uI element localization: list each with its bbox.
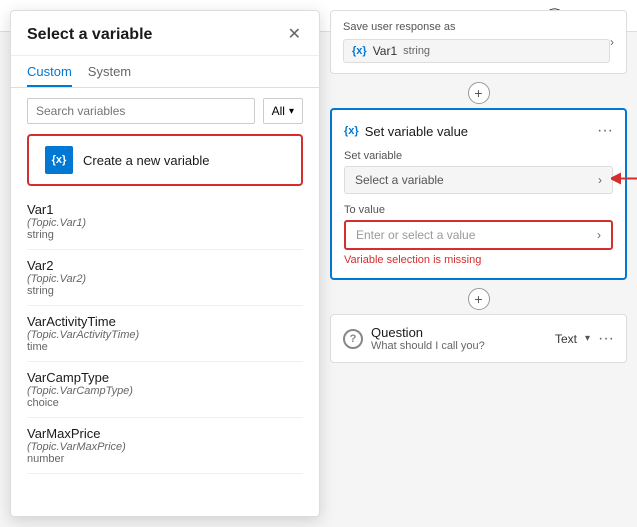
create-new-icon: {x} xyxy=(45,146,73,174)
search-input[interactable] xyxy=(27,98,255,124)
red-arrow xyxy=(611,169,637,192)
panel-header: Select a variable ✕ xyxy=(11,11,319,56)
question-card: ? Question What should I call you? Text … xyxy=(330,314,627,363)
card-set-header: {x} Set variable value ··· xyxy=(344,122,613,140)
list-item[interactable]: VarActivityTime (Topic.VarActivityTime) … xyxy=(27,306,303,362)
select-variable-container: Select a variable › xyxy=(344,166,613,194)
tab-system[interactable]: System xyxy=(88,56,131,87)
chevron-down-icon[interactable]: ▾ xyxy=(585,333,590,344)
question-mark-icon: ? xyxy=(350,333,357,345)
var-chip[interactable]: {x} Var1 string xyxy=(343,39,610,63)
card-title-row: {x} Set variable value xyxy=(344,124,468,139)
select-variable-panel: Select a variable ✕ Custom System All ▾ … xyxy=(10,10,320,517)
tabs-row: Custom System xyxy=(11,56,319,88)
list-item[interactable]: VarMaxPrice (Topic.VarMaxPrice) number xyxy=(27,418,303,474)
list-item[interactable]: VarCampType (Topic.VarCampType) choice xyxy=(27,362,303,418)
create-new-label: Create a new variable xyxy=(83,153,209,168)
to-value-placeholder: Enter or select a value xyxy=(356,228,475,242)
select-variable-row[interactable]: Select a variable › xyxy=(344,166,613,194)
to-value-input[interactable]: Enter or select a value › xyxy=(344,220,613,250)
set-variable-section: Set variable Select a variable › xyxy=(344,150,613,194)
question-card-left: ? Question What should I call you? xyxy=(343,325,485,352)
variable-list: Var1 (Topic.Var1) string Var2 (Topic.Var… xyxy=(11,194,319,474)
plus-connector-2: + xyxy=(330,288,627,310)
set-variable-label: Set variable xyxy=(344,150,613,162)
chevron-right-select-icon: › xyxy=(598,173,602,187)
text-type-badge: Text xyxy=(555,332,577,346)
canvas-area: Save user response as {x} Var1 string › … xyxy=(330,10,627,517)
panel-title: Select a variable xyxy=(27,26,152,44)
plus-connector-1: + xyxy=(330,82,627,104)
var-chip-type: string xyxy=(403,45,430,57)
question-subtitle: What should I call you? xyxy=(371,340,485,352)
more-options-button[interactable]: ··· xyxy=(597,122,613,140)
question-card-right: Text ▾ ··· xyxy=(555,330,614,348)
error-message: Variable selection is missing xyxy=(344,254,613,266)
to-value-section: To value Enter or select a value › Varia… xyxy=(344,204,613,266)
create-new-variable-button[interactable]: {x} Create a new variable xyxy=(27,134,303,186)
select-var-placeholder: Select a variable xyxy=(355,173,444,187)
card-icon: {x} xyxy=(344,125,359,137)
tab-custom[interactable]: Custom xyxy=(27,56,72,87)
close-button[interactable]: ✕ xyxy=(286,25,303,45)
to-value-label: To value xyxy=(344,204,613,216)
var-chip-name: Var1 xyxy=(373,44,397,58)
var-icon: {x} xyxy=(352,45,367,57)
question-info: Question What should I call you? xyxy=(371,325,485,352)
chevron-right-icon: › xyxy=(610,35,614,49)
add-node-button-1[interactable]: + xyxy=(468,82,490,104)
question-icon: ? xyxy=(343,329,363,349)
list-item[interactable]: Var2 (Topic.Var2) string xyxy=(27,250,303,306)
save-response-label: Save user response as xyxy=(343,21,610,33)
chevron-down-icon: ▾ xyxy=(289,106,294,117)
set-variable-card: {x} Set variable value ··· Set variable … xyxy=(330,108,627,280)
question-more-button[interactable]: ··· xyxy=(598,330,614,348)
all-dropdown[interactable]: All ▾ xyxy=(263,98,303,124)
card-title: Set variable value xyxy=(365,124,468,139)
search-input-wrap xyxy=(27,98,255,124)
save-response-card: Save user response as {x} Var1 string › xyxy=(330,10,627,74)
search-row: All ▾ xyxy=(11,88,319,134)
add-node-button-2[interactable]: + xyxy=(468,288,490,310)
question-title: Question xyxy=(371,325,485,340)
list-item[interactable]: Var1 (Topic.Var1) string xyxy=(27,194,303,250)
chevron-right-value-icon: › xyxy=(597,228,601,242)
